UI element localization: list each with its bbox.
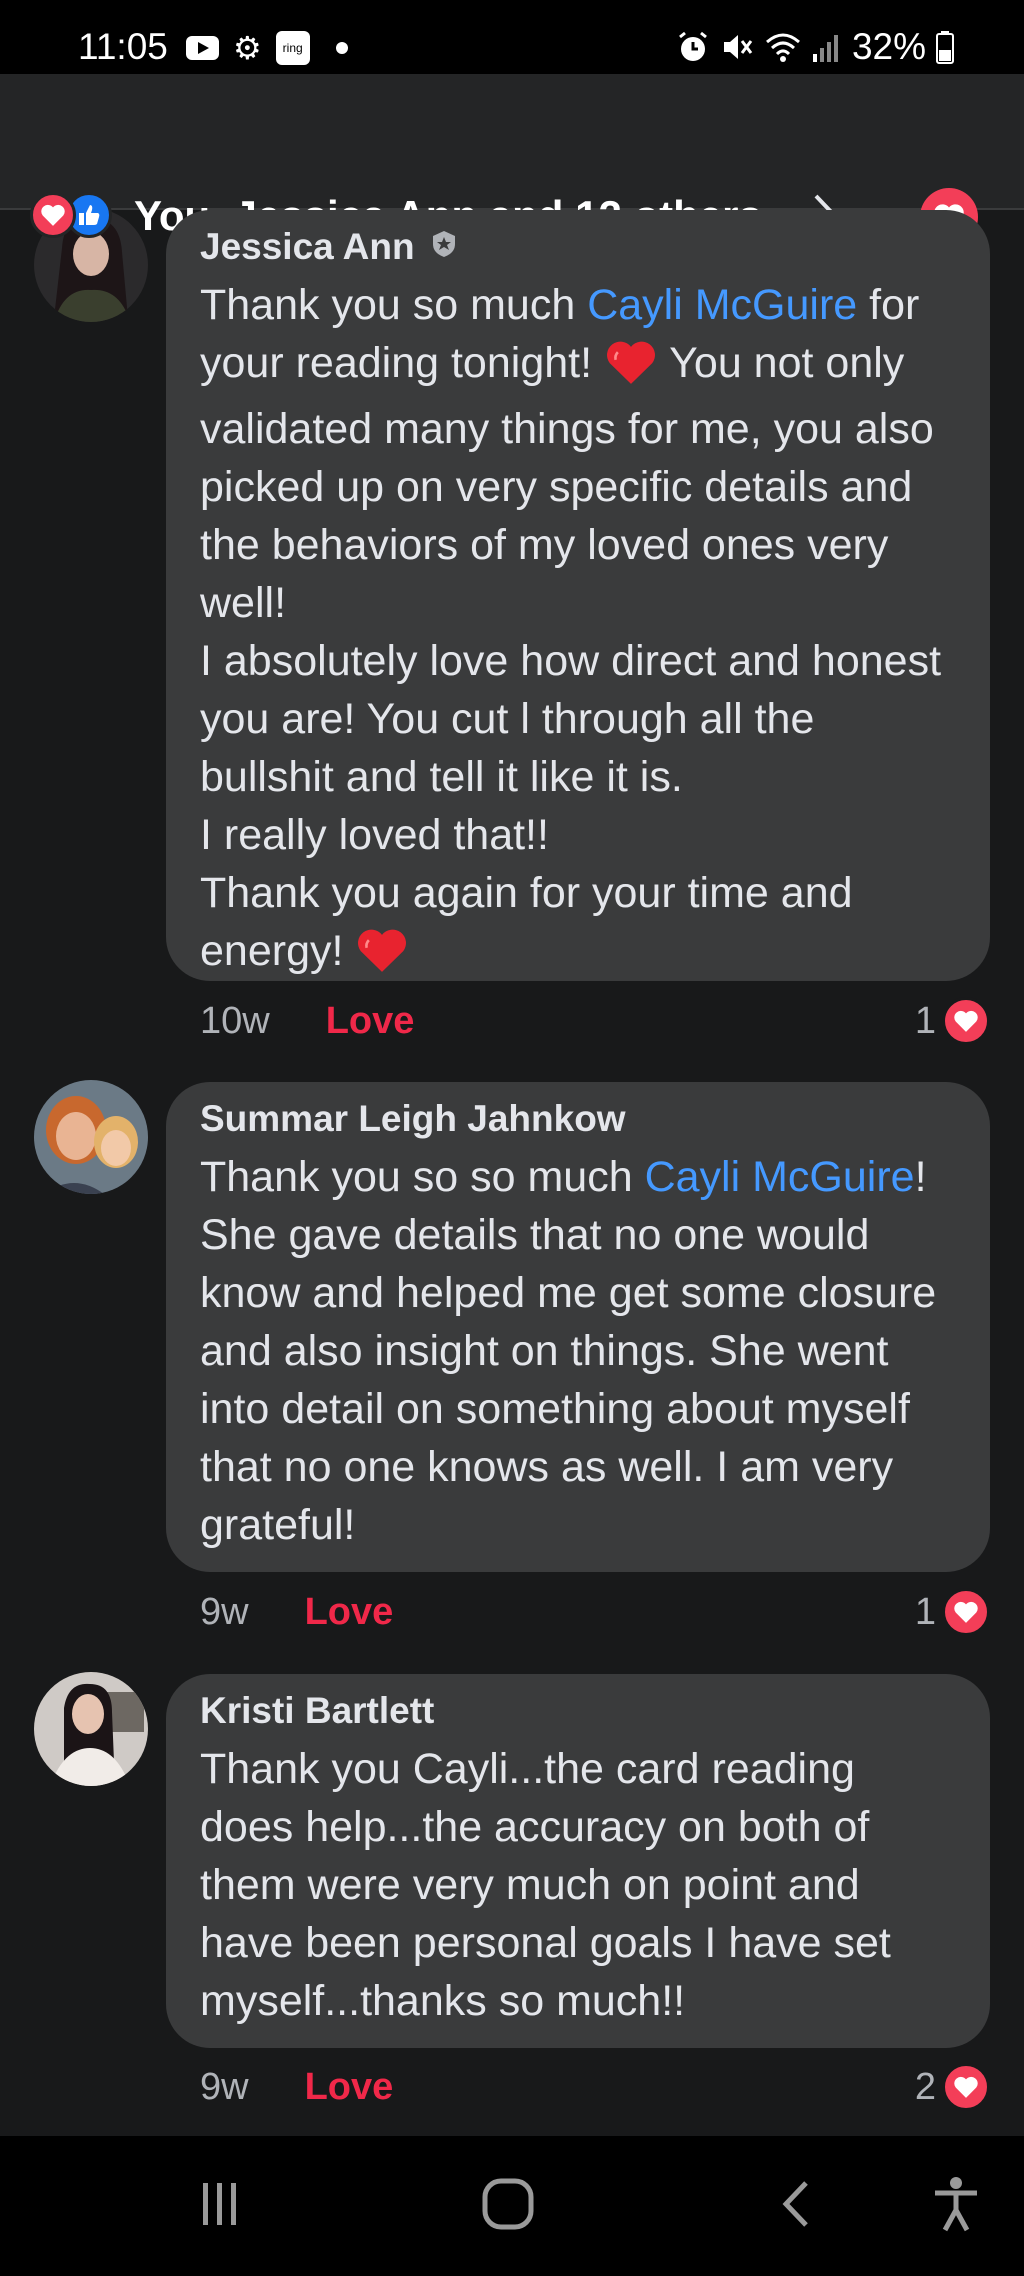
comment-meta: 10w Love <box>200 996 414 1046</box>
avatar[interactable] <box>34 1672 148 1786</box>
comment-text: Thank you so much Cayli McGuire for your… <box>200 276 956 988</box>
accessibility-button[interactable] <box>916 2176 996 2236</box>
status-left-icons: ⚙ ring <box>186 28 348 68</box>
mention-link[interactable]: Cayli McGuire <box>645 1153 915 1201</box>
battery-text: 32% <box>851 26 926 67</box>
comment-text-segment: I really loved that!! <box>200 811 549 859</box>
back-icon <box>776 2179 816 2234</box>
wifi-icon <box>764 30 802 64</box>
reaction-count-number: 1 <box>914 1590 936 1633</box>
back-button[interactable] <box>756 2176 836 2236</box>
comment-text-segment: ! She gave details that no one would kno… <box>200 1153 937 1549</box>
comment-text-segment: Thank you so so much <box>200 1153 645 1201</box>
comment-text-segment: Thank you again for your time and energy… <box>200 869 853 975</box>
dot-icon <box>335 42 348 54</box>
reaction-count-number: 1 <box>914 999 936 1042</box>
author-name[interactable]: Summar Leigh Jahnkow <box>200 1098 626 1140</box>
comment-bubble[interactable]: Kristi Bartlett Thank you Cayli...the ca… <box>166 1674 990 2048</box>
love-reaction-icon <box>30 192 76 238</box>
accessibility-icon <box>931 2176 981 2237</box>
love-reaction-icon <box>942 997 990 1045</box>
comment-time: 10w <box>200 999 270 1042</box>
love-action-link[interactable]: Love <box>305 2066 394 2109</box>
status-bar: 11:05 ⚙ ring 32% <box>0 0 1024 74</box>
reaction-count[interactable]: 1 <box>915 1587 990 1637</box>
love-action-link[interactable]: Love <box>326 1000 415 1043</box>
recent-apps-icon <box>195 2179 245 2234</box>
author-name[interactable]: Kristi Bartlett <box>200 1690 434 1732</box>
love-reaction-icon <box>942 2063 990 2111</box>
author-name[interactable]: Jessica Ann <box>200 226 415 268</box>
comment-text: Thank you so so much Cayli McGuire! She … <box>200 1148 956 1554</box>
comment-bubble[interactable]: Summar Leigh Jahnkow Thank you so so muc… <box>166 1082 990 1572</box>
mention-link[interactable]: Cayli McGuire <box>587 281 857 329</box>
comment-author[interactable]: Summar Leigh Jahnkow <box>200 1090 956 1148</box>
comment-meta: 9w Love <box>200 1587 393 1637</box>
gear-icon: ⚙ <box>233 30 262 66</box>
comment-author[interactable]: Jessica Ann <box>200 218 956 276</box>
comment-text-segment: I absolutely love how direct and honest … <box>200 637 942 801</box>
love-reaction-icon <box>942 1588 990 1636</box>
comment-time: 9w <box>200 1590 249 1633</box>
alarm-icon <box>676 30 710 64</box>
comment-author[interactable]: Kristi Bartlett <box>200 1682 956 1740</box>
comment-time: 9w <box>200 2065 249 2108</box>
reactions-header[interactable]: You, Jessica Ann and 12 others <box>0 74 1024 246</box>
recent-apps-button[interactable] <box>180 2176 260 2236</box>
status-time: 11:05 <box>78 26 168 67</box>
red-heart-emoji-icon <box>355 927 409 988</box>
comment-text: Thank you Cayli...the card reading does … <box>200 1740 956 2030</box>
comment-text-segment: Thank you so much <box>200 281 588 329</box>
home-button[interactable] <box>468 2176 548 2236</box>
top-fan-badge-icon <box>429 226 459 268</box>
youtube-icon <box>186 36 219 60</box>
reaction-count[interactable]: 1 <box>915 996 990 1046</box>
reaction-count-number: 2 <box>914 2065 936 2108</box>
avatar[interactable] <box>34 1080 148 1194</box>
comment-text-segment: Thank you Cayli...the card reading does … <box>200 1745 891 2025</box>
status-right-icons: 32% <box>676 26 954 68</box>
comments-list[interactable]: Jessica Ann Thank you so much Cayli McGu… <box>0 210 1024 2136</box>
comment-meta: 9w Love <box>200 2062 393 2112</box>
signal-icon <box>812 30 842 64</box>
navigation-bar <box>0 2136 1024 2276</box>
mute-icon <box>720 30 754 64</box>
love-action-link[interactable]: Love <box>305 1591 394 1634</box>
home-icon <box>480 2176 536 2237</box>
red-heart-emoji-icon <box>604 339 658 400</box>
ring-icon: ring <box>275 31 310 65</box>
comment-bubble[interactable]: Jessica Ann Thank you so much Cayli McGu… <box>166 210 990 981</box>
reaction-count[interactable]: 2 <box>915 2062 990 2112</box>
battery-icon <box>936 30 954 64</box>
